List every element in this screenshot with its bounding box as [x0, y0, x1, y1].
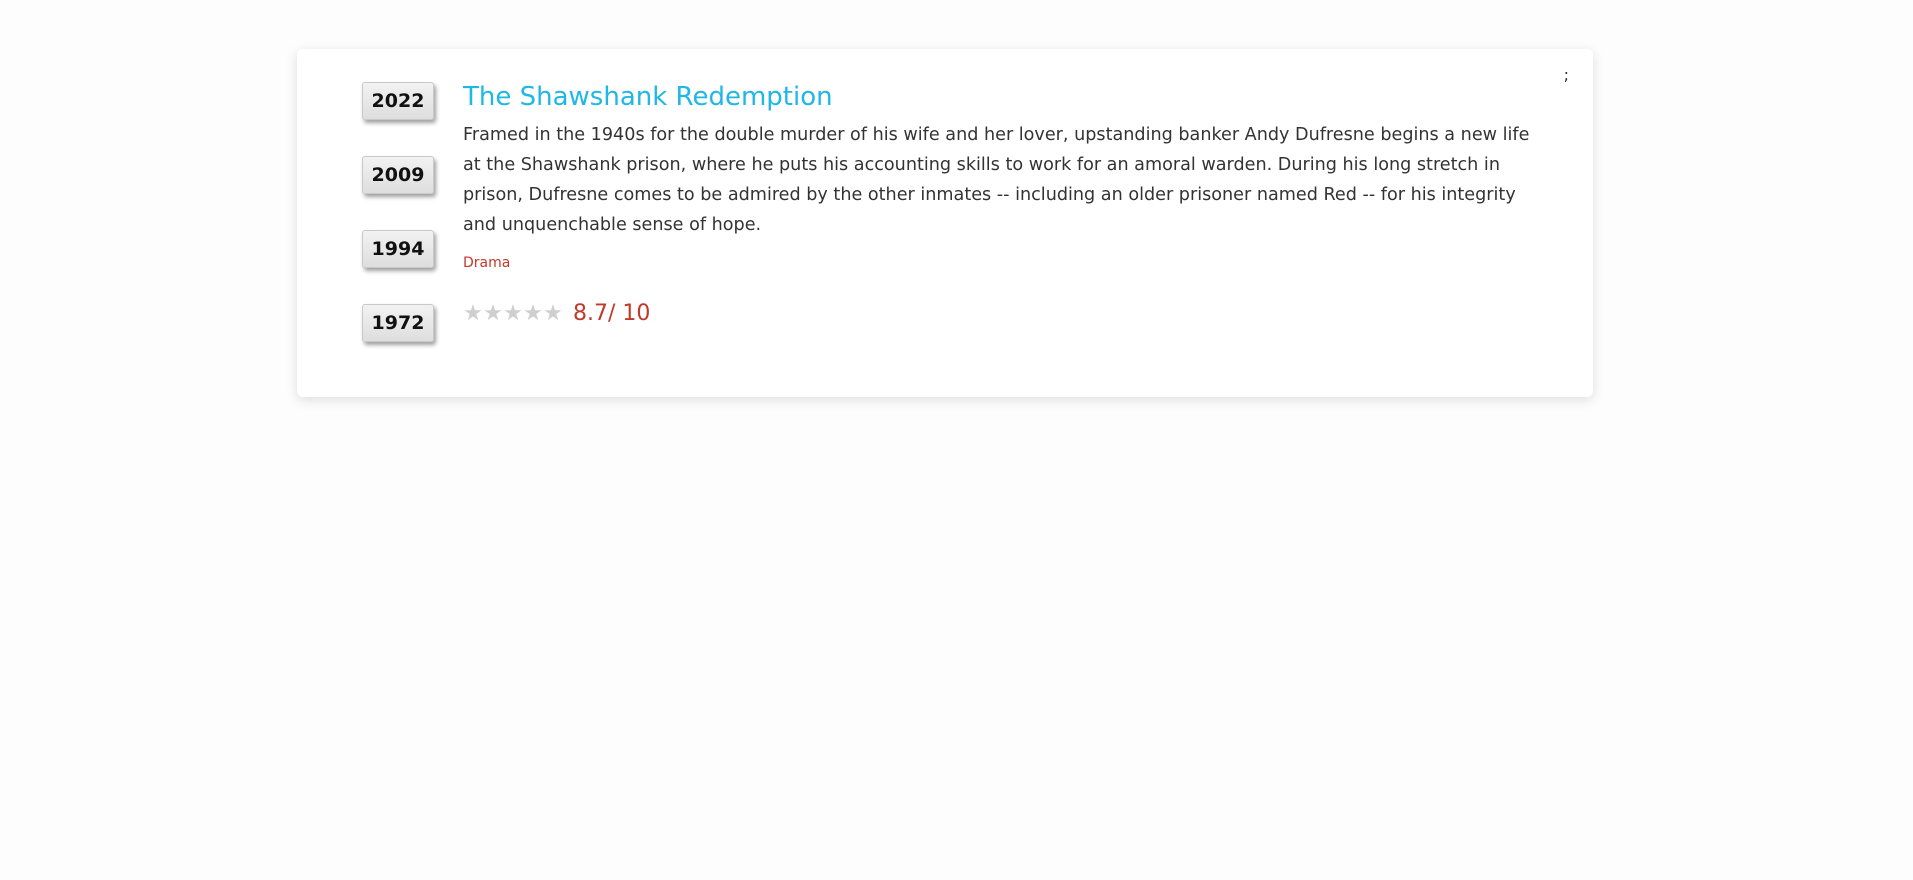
rating-score: 8.7/ 10	[573, 301, 651, 326]
more-icon[interactable]: ;	[1564, 65, 1569, 84]
year-filter-list: 2022 2009 1994 1972	[362, 82, 434, 378]
year-button-2009[interactable]: 2009	[362, 156, 434, 194]
star-icon: ★	[463, 300, 483, 326]
movie-card: 2022 2009 1994 1972 The Shawshank Redemp…	[297, 49, 1593, 397]
movie-title[interactable]: The Shawshank Redemption	[463, 80, 1548, 114]
year-button-1994[interactable]: 1994	[362, 230, 434, 268]
star-icon: ★	[503, 300, 523, 326]
genre-tag: Drama	[463, 255, 511, 271]
star-icon: ★	[483, 300, 503, 326]
movie-details: The Shawshank Redemption Framed in the 1…	[463, 80, 1548, 326]
star-rating: ★ ★ ★ ★ ★	[463, 300, 563, 326]
year-button-2022[interactable]: 2022	[362, 82, 434, 120]
rating: ★ ★ ★ ★ ★ 8.7/ 10	[463, 301, 1548, 326]
star-icon: ★	[523, 300, 543, 326]
year-button-1972[interactable]: 1972	[362, 304, 434, 342]
movie-description: Framed in the 1940s for the double murde…	[463, 125, 1530, 235]
star-icon: ★	[543, 300, 563, 326]
